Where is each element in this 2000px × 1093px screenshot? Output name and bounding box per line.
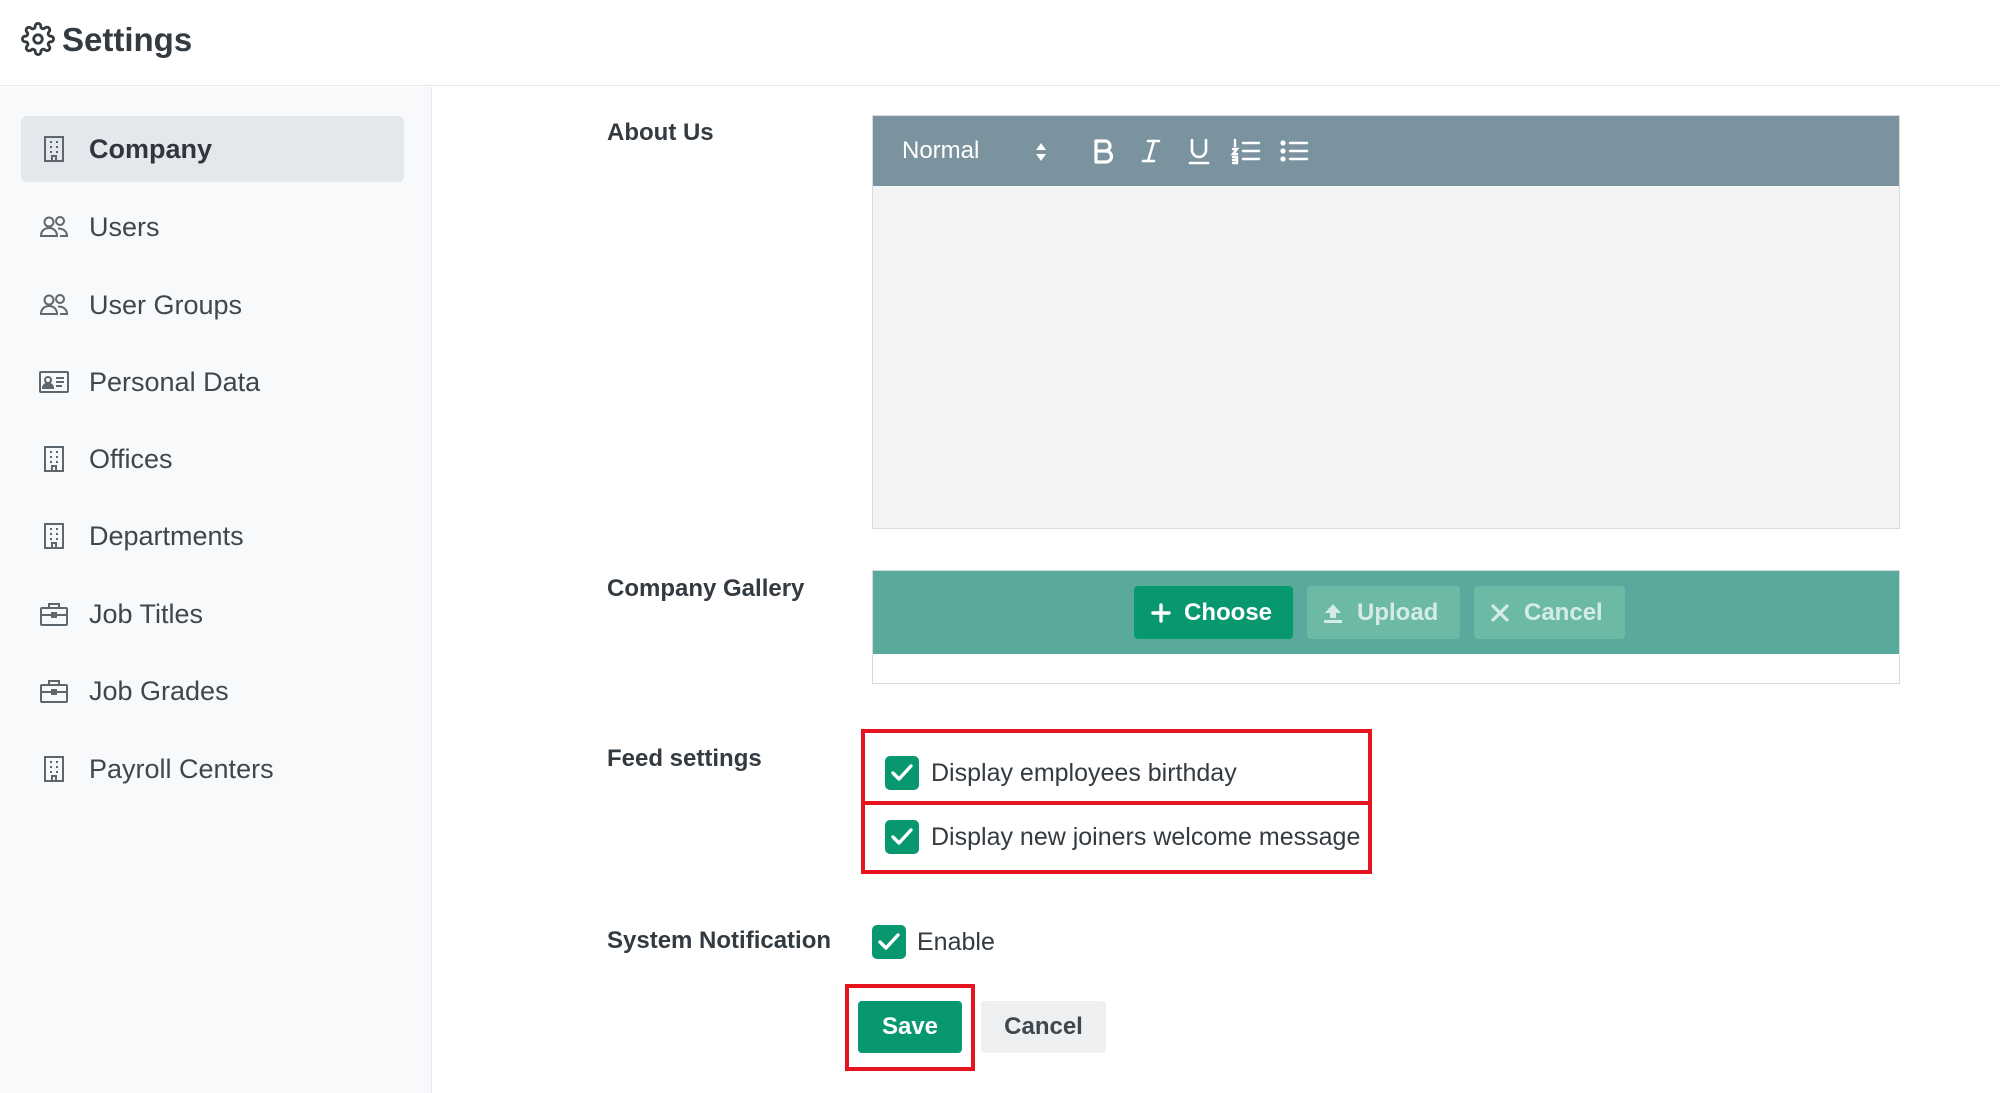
gallery-upload: Choose Upload Cancel [872, 570, 1900, 684]
cancel-upload-button[interactable]: Cancel [1474, 586, 1625, 639]
building-icon [44, 523, 64, 549]
building-icon [44, 136, 64, 162]
cancel-upload-label: Cancel [1524, 599, 1603, 626]
about-us-editor[interactable]: Normal [872, 115, 1900, 529]
about-us-label: About Us [607, 119, 714, 146]
italic-icon[interactable] [1133, 133, 1169, 169]
sidebar-item-user-groups[interactable]: User Groups [21, 272, 404, 338]
building-icon [44, 756, 64, 782]
choose-button[interactable]: Choose [1134, 586, 1293, 639]
sidebar-item-label: Job Grades [89, 676, 229, 706]
sidebar-item-job-titles[interactable]: Job Titles [21, 581, 404, 647]
upload-button[interactable]: Upload [1307, 586, 1460, 639]
enable-notification-label: Enable [917, 928, 995, 956]
page-header: Settings [0, 0, 2000, 86]
cancel-button[interactable]: Cancel [981, 1001, 1106, 1053]
check-icon [878, 933, 900, 950]
choose-label: Choose [1184, 599, 1273, 626]
upload-toolbar: Choose Upload Cancel [873, 571, 1899, 654]
welcome-message-checkbox-label: Display new joiners welcome message [931, 823, 1361, 851]
users-icon [39, 216, 69, 237]
upload-icon [1324, 604, 1342, 623]
company-gallery-label: Company Gallery [607, 575, 805, 602]
users-icon [39, 294, 69, 315]
sidebar-item-label: User Groups [89, 290, 243, 320]
format-select[interactable]: Normal [902, 116, 979, 186]
feed-settings-label: Feed settings [607, 745, 762, 772]
save-button[interactable]: Save [858, 1001, 962, 1053]
page-title: Settings [62, 21, 193, 58]
birthday-checkbox[interactable] [885, 756, 919, 790]
bullet-list-icon[interactable] [1277, 133, 1313, 169]
ordered-list-icon[interactable] [1229, 133, 1265, 169]
gear-icon [21, 22, 55, 56]
sidebar-item-personal-data[interactable]: Personal Data [21, 349, 404, 415]
sidebar-item-label: Payroll Centers [89, 754, 274, 784]
sidebar-item-offices[interactable]: Offices [21, 426, 404, 492]
sidebar-item-label: Personal Data [89, 367, 261, 397]
welcome-message-checkbox[interactable] [885, 820, 919, 854]
sidebar-item-label: Users [89, 212, 160, 242]
sidebar-item-label: Offices [89, 444, 173, 474]
building-icon [44, 446, 64, 472]
briefcase-icon [40, 603, 68, 626]
editor-toolbar: Normal [873, 116, 1899, 186]
sidebar-item-label: Job Titles [89, 599, 204, 629]
check-icon [891, 828, 913, 845]
system-notification-label: System Notification [607, 927, 832, 954]
sidebar-item-users[interactable]: Users [21, 194, 404, 260]
enable-notification-checkbox[interactable] [872, 925, 906, 959]
birthday-checkbox-label: Display employees birthday [931, 759, 1237, 787]
sidebar-item-job-grades[interactable]: Job Grades [21, 658, 404, 724]
upload-label: Upload [1357, 599, 1439, 626]
underline-icon[interactable] [1181, 133, 1217, 169]
sidebar-item-label: Departments [89, 521, 244, 551]
sidebar-item-departments[interactable]: Departments [21, 503, 404, 569]
plus-icon [1151, 603, 1171, 623]
briefcase-icon [40, 680, 68, 703]
sidebar-item-label: Company [89, 134, 213, 164]
select-arrows-icon[interactable] [1033, 141, 1049, 163]
bold-icon[interactable] [1085, 133, 1121, 169]
id-card-icon [39, 371, 69, 393]
settings-sidebar: Company Users User Groups Personal Data [0, 87, 432, 1093]
sidebar-item-company[interactable]: Company [21, 116, 404, 182]
check-icon [891, 764, 913, 781]
close-icon [1491, 604, 1509, 622]
sidebar-item-payroll-centers[interactable]: Payroll Centers [21, 736, 404, 802]
